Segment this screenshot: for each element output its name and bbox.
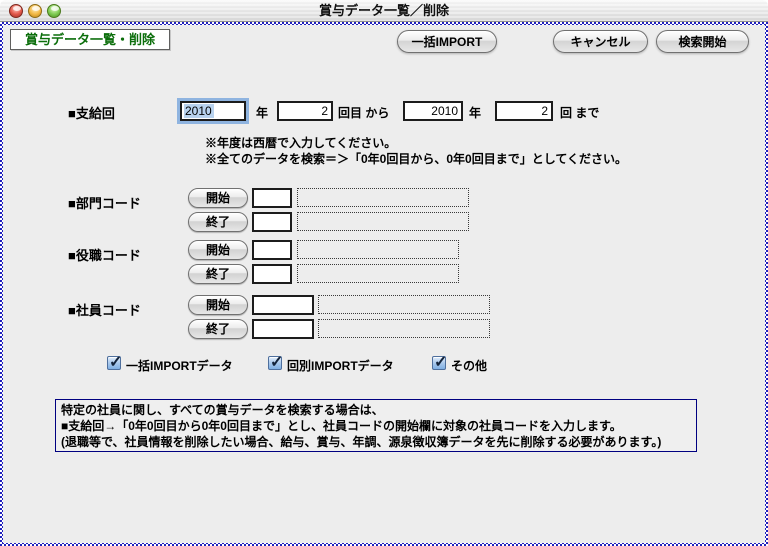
title-bar[interactable]: 賞与データ一覧／削除 bbox=[0, 0, 768, 22]
position-start-code-input[interactable] bbox=[252, 240, 292, 260]
page-title: 賞与データ一覧・削除 bbox=[10, 29, 170, 50]
position-end-name-field bbox=[297, 264, 459, 283]
round-to-unit: 回 まで bbox=[560, 104, 599, 121]
department-start-code-input[interactable] bbox=[252, 188, 292, 208]
year-from-unit: 年 bbox=[256, 104, 268, 121]
department-start-button[interactable]: 開始 bbox=[188, 188, 248, 208]
check-icon: ✓ bbox=[109, 352, 122, 372]
check-icon: ✓ bbox=[270, 352, 283, 372]
checkbox-bulk-import-label: 一括IMPORTデータ bbox=[126, 357, 233, 374]
employee-end-code-input[interactable] bbox=[252, 319, 314, 339]
year-to-unit: 年 bbox=[469, 104, 481, 121]
help-line-2: ■支給回→「0年0回目から0年0回目まで」とし、社員コードの開始欄に対象の社員コ… bbox=[61, 418, 691, 434]
position-start-button[interactable]: 開始 bbox=[188, 240, 248, 260]
year-to-input[interactable] bbox=[403, 101, 463, 121]
checkbox-bulk-import-data[interactable]: ✓ bbox=[107, 356, 121, 370]
employee-start-button[interactable]: 開始 bbox=[188, 295, 248, 315]
check-icon: ✓ bbox=[434, 352, 447, 372]
checkbox-per-round-import-data[interactable]: ✓ bbox=[268, 356, 282, 370]
window-title: 賞与データ一覧／削除 bbox=[0, 0, 768, 22]
dialog-window: 賞与データ一覧／削除 賞与データ一覧・削除 一括IMPORT キャンセル 検索開… bbox=[0, 0, 768, 546]
position-code-label: ■役職コード bbox=[68, 245, 141, 264]
dialog-content: 賞与データ一覧・削除 一括IMPORT キャンセル 検索開始 ■支給回 年 回目… bbox=[3, 25, 765, 543]
cancel-button[interactable]: キャンセル bbox=[553, 30, 648, 53]
employee-end-name-field bbox=[318, 319, 490, 338]
bulk-import-button[interactable]: 一括IMPORT bbox=[397, 30, 497, 53]
department-end-button[interactable]: 終了 bbox=[188, 212, 248, 232]
department-start-name-field bbox=[297, 188, 469, 207]
checkbox-other[interactable]: ✓ bbox=[432, 356, 446, 370]
help-line-3: (退職等で、社員情報を削除したい場合、給与、賞与、年調、源泉徴収簿データを先に削… bbox=[61, 434, 691, 450]
help-info-box: 特定の社員に関し、すべての賞与データを検索する場合は、 ■支給回→「0年0回目か… bbox=[55, 399, 697, 452]
note-western-year: ※年度は西暦で入力してください。 bbox=[205, 134, 396, 151]
year-from-input[interactable] bbox=[180, 101, 246, 121]
search-start-button[interactable]: 検索開始 bbox=[656, 30, 749, 53]
employee-start-name-field bbox=[318, 295, 490, 314]
help-line-1: 特定の社員に関し、すべての賞与データを検索する場合は、 bbox=[61, 402, 691, 418]
note-search-all: ※全てのデータを検索＝＞「0年0回目から、0年0回目まで」としてください。 bbox=[205, 150, 627, 167]
round-from-unit: 回目 から bbox=[338, 104, 389, 121]
employee-end-button[interactable]: 終了 bbox=[188, 319, 248, 339]
position-end-button[interactable]: 終了 bbox=[188, 264, 248, 284]
payment-round-label: ■支給回 bbox=[68, 103, 115, 122]
round-from-input[interactable] bbox=[277, 101, 333, 121]
checkbox-per-round-import-label: 回別IMPORTデータ bbox=[287, 357, 394, 374]
checkbox-other-label: その他 bbox=[451, 357, 487, 374]
department-end-name-field bbox=[297, 212, 469, 231]
department-code-label: ■部門コード bbox=[68, 193, 141, 212]
position-end-code-input[interactable] bbox=[252, 264, 292, 284]
round-to-input[interactable] bbox=[495, 101, 553, 121]
employee-start-code-input[interactable] bbox=[252, 295, 314, 315]
department-end-code-input[interactable] bbox=[252, 212, 292, 232]
employee-code-label: ■社員コード bbox=[68, 300, 141, 319]
window-frame: 賞与データ一覧・削除 一括IMPORT キャンセル 検索開始 ■支給回 年 回目… bbox=[0, 22, 768, 546]
position-start-name-field bbox=[297, 240, 459, 259]
